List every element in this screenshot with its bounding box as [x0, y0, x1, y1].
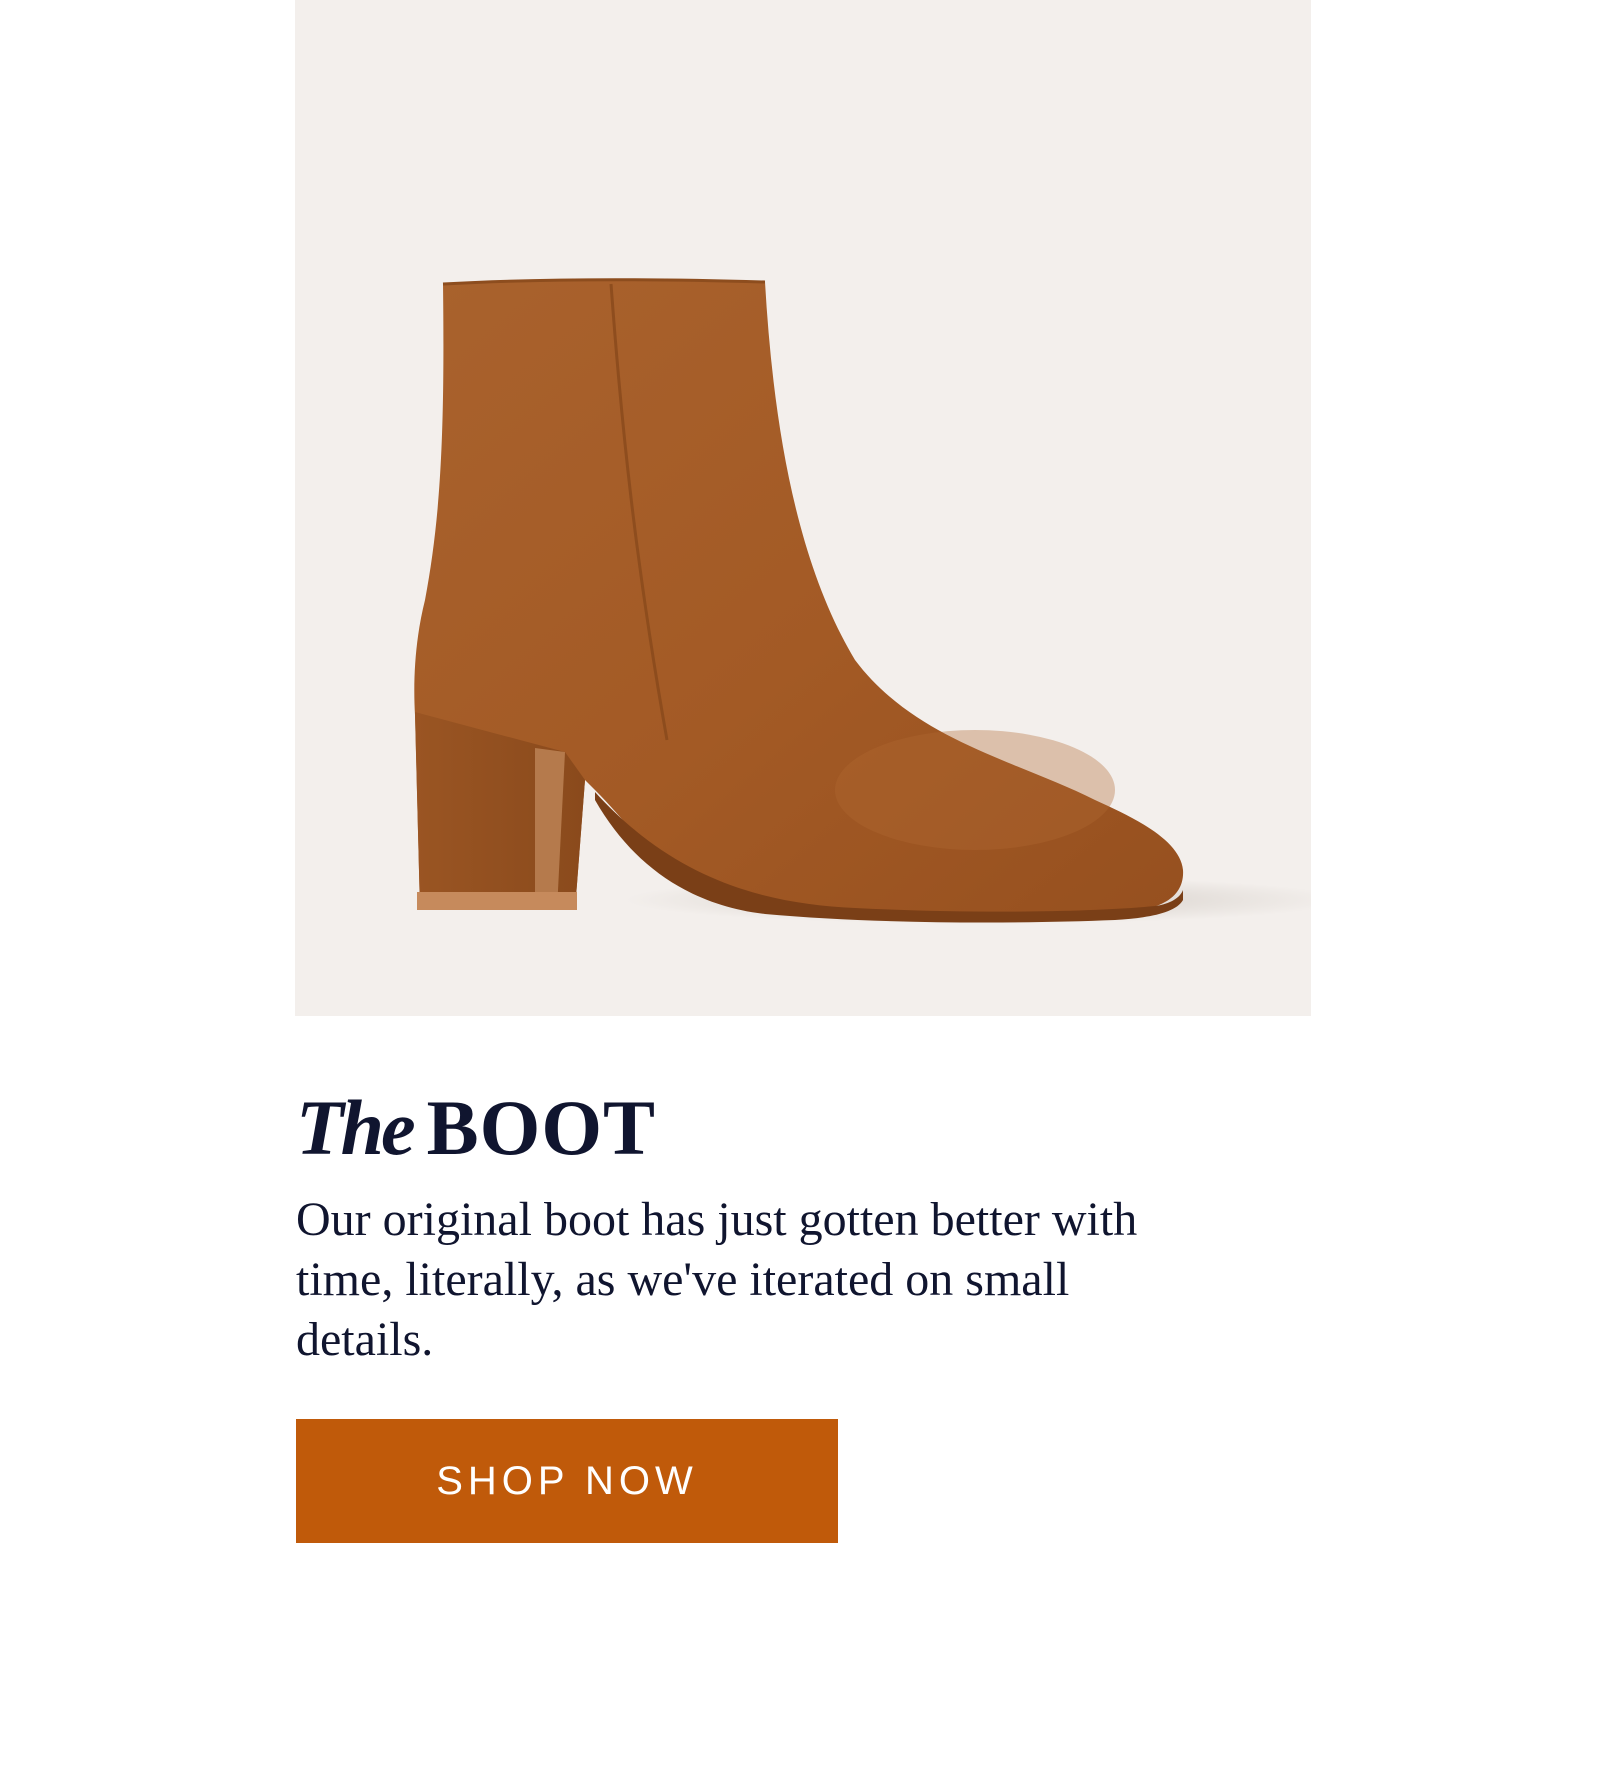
product-title-prefix: The	[296, 1084, 416, 1172]
product-title: The BOOT	[296, 1089, 656, 1167]
product-hero-image[interactable]	[295, 0, 1311, 1016]
shop-now-button[interactable]: SHOP NOW	[296, 1419, 838, 1543]
product-description: Our original boot has just gotten better…	[296, 1193, 1138, 1366]
product-title-name: BOOT	[426, 1084, 657, 1172]
brown-suede-ankle-boot-image	[414, 278, 1311, 924]
